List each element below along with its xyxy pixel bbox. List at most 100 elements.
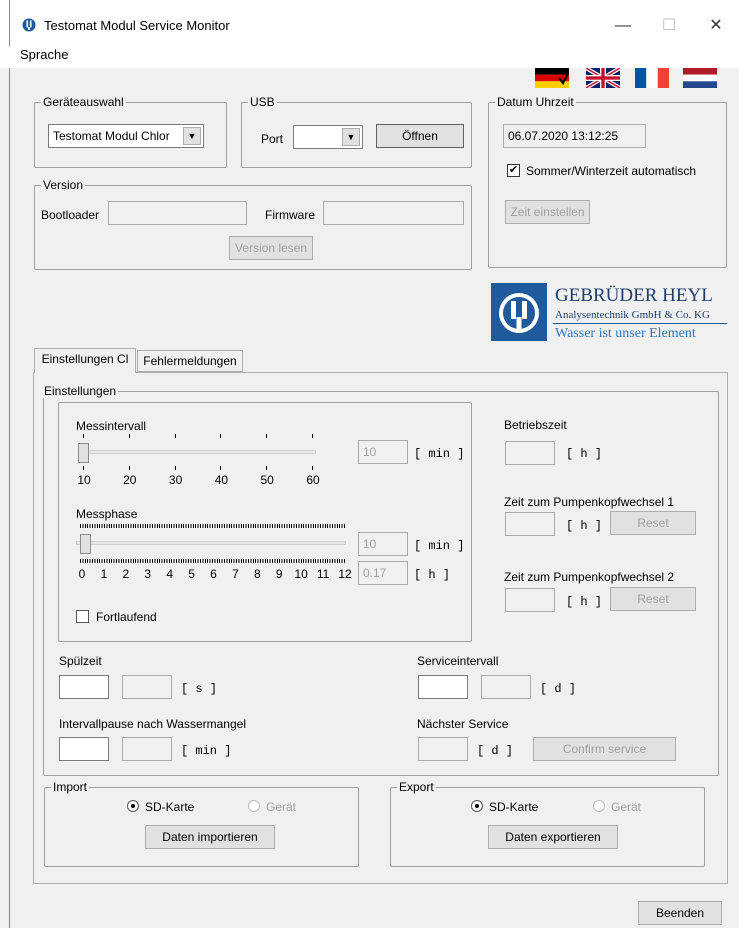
export-data-button[interactable]: Daten exportieren: [488, 825, 618, 849]
set-time-button[interactable]: Zeit einstellen: [505, 200, 590, 224]
pump1-unit: [ h ]: [566, 519, 603, 533]
slider-tick-label: 6: [210, 567, 217, 581]
continuous-checkbox[interactable]: [76, 610, 89, 623]
continuous-label: Fortlaufend: [96, 610, 157, 624]
interval-value-field: 10: [358, 440, 408, 464]
flag-germany-icon[interactable]: [535, 68, 569, 88]
slider-tick: [83, 466, 84, 470]
phase-ticks-top: [80, 524, 346, 528]
pump1-reset-button[interactable]: Reset: [610, 511, 696, 535]
datetime-legend: Datum Uhrzeit: [495, 95, 576, 109]
pause-readback: [122, 737, 172, 761]
pump1-field: [505, 512, 555, 536]
flag-france-icon[interactable]: [635, 68, 669, 88]
slider-tick-label: 50: [260, 473, 274, 487]
port-label: Port: [261, 132, 284, 146]
next-service-unit: [ d ]: [477, 744, 514, 758]
device-select-combo[interactable]: Testomat Modul Chlor ▼: [48, 124, 204, 148]
slider-tick-label: 10: [77, 473, 91, 487]
slider-tick: [174, 434, 176, 438]
slider-tick-label: 11: [316, 567, 330, 581]
operating-time-field: [505, 441, 555, 465]
rinse-label: Spülzeit: [59, 654, 102, 668]
close-button[interactable]: ✕: [693, 10, 739, 42]
slider-tick: [312, 466, 313, 470]
slider-tick: [266, 434, 268, 438]
window-title: Testomat Modul Service Monitor: [44, 18, 230, 33]
slider-tick-label: 10: [294, 567, 308, 581]
read-version-button[interactable]: Version lesen: [229, 236, 313, 260]
interval-slider-track[interactable]: [80, 450, 316, 454]
slider-tick: [83, 434, 84, 438]
service-interval-input[interactable]: [418, 675, 468, 699]
slider-tick: [128, 434, 130, 438]
open-port-button[interactable]: Öffnen: [376, 124, 464, 148]
tab-error-messages[interactable]: Fehlermeldungen: [137, 350, 243, 372]
slider-tick-label: 9: [275, 567, 283, 581]
confirm-service-button[interactable]: Confirm service: [533, 737, 676, 761]
flag-uk-icon[interactable]: [586, 68, 620, 88]
dst-checkbox[interactable]: ✔: [507, 164, 520, 177]
tab-settings-cl[interactable]: Einstellungen Cl: [34, 348, 136, 373]
slider-tick: [220, 434, 222, 438]
menu-bar: [0, 46, 739, 68]
slider-tick-label: 0: [78, 567, 86, 581]
export-sd-label: SD-Karte: [489, 800, 539, 814]
pause-label: Intervallpause nach Wassermangel: [59, 717, 246, 731]
export-sd-radio[interactable]: [471, 800, 483, 812]
app-icon: [22, 18, 36, 32]
slider-tick: [266, 466, 268, 470]
import-data-button[interactable]: Daten importieren: [145, 825, 275, 849]
phase-slider-thumb[interactable]: [80, 534, 91, 554]
minimize-button[interactable]: —: [600, 10, 646, 42]
service-interval-readback: [481, 675, 531, 699]
slider-tick-label: 2: [122, 567, 130, 581]
menu-language[interactable]: Sprache: [20, 47, 68, 62]
chevron-down-icon[interactable]: ▼: [342, 128, 360, 146]
company-slogan: Wasser ist unser Element: [555, 326, 696, 341]
flag-netherlands-icon[interactable]: [683, 68, 717, 88]
phase-slider-track[interactable]: [76, 541, 346, 545]
slider-tick-label: 5: [188, 567, 195, 581]
pause-unit: [ min ]: [181, 744, 232, 758]
slider-tick-label: 40: [214, 473, 229, 487]
interval-unit: [ min ]: [414, 447, 465, 461]
logo-divider: [553, 323, 727, 324]
interval-slider-thumb[interactable]: [78, 443, 89, 463]
operating-time-label: Betriebszeit: [504, 418, 567, 432]
export-device-radio[interactable]: [593, 800, 605, 812]
next-service-field: [418, 737, 468, 761]
rinse-unit: [ s ]: [181, 682, 218, 696]
firmware-label: Firmware: [265, 208, 315, 222]
slider-tick-label: 8: [253, 567, 261, 581]
slider-tick-label: 7: [232, 567, 239, 581]
slider-tick-label: 20: [123, 473, 137, 487]
import-device-radio[interactable]: [248, 800, 260, 812]
settings-legend: Einstellungen: [42, 384, 119, 398]
bootloader-label: Bootloader: [41, 208, 100, 222]
slider-tick: [312, 434, 313, 438]
slider-tick: [128, 466, 130, 470]
company-logo: GEBRÜDER HEYL Analysentechnik GmbH & Co.…: [491, 283, 727, 345]
import-legend: Import: [51, 780, 90, 794]
pump1-label: Zeit zum Pumpenkopfwechsel 1: [504, 495, 675, 509]
port-combo[interactable]: ▼: [293, 125, 363, 149]
dst-label: Sommer/Winterzeit automatisch: [526, 164, 697, 178]
firmware-field: [323, 201, 464, 225]
import-sd-radio[interactable]: [127, 800, 139, 812]
slider-tick-label: 1: [100, 567, 108, 581]
slider-tick-label: 30: [168, 473, 183, 487]
rinse-input[interactable]: [59, 675, 109, 699]
heyl-logo-icon: [491, 283, 547, 341]
pause-input[interactable]: [59, 737, 109, 761]
import-sd-label: SD-Karte: [145, 800, 195, 814]
phase-hour-unit: [ h ]: [414, 568, 451, 582]
phase-hour-field: 0.17: [358, 561, 408, 585]
maximize-button[interactable]: ☐: [646, 10, 692, 42]
export-legend: Export: [397, 780, 436, 794]
phase-min-field: 10: [358, 532, 408, 556]
exit-button[interactable]: Beenden: [638, 901, 722, 925]
chevron-down-icon[interactable]: ▼: [183, 127, 201, 145]
pump2-field: [505, 588, 555, 612]
pump2-reset-button[interactable]: Reset: [610, 587, 696, 611]
